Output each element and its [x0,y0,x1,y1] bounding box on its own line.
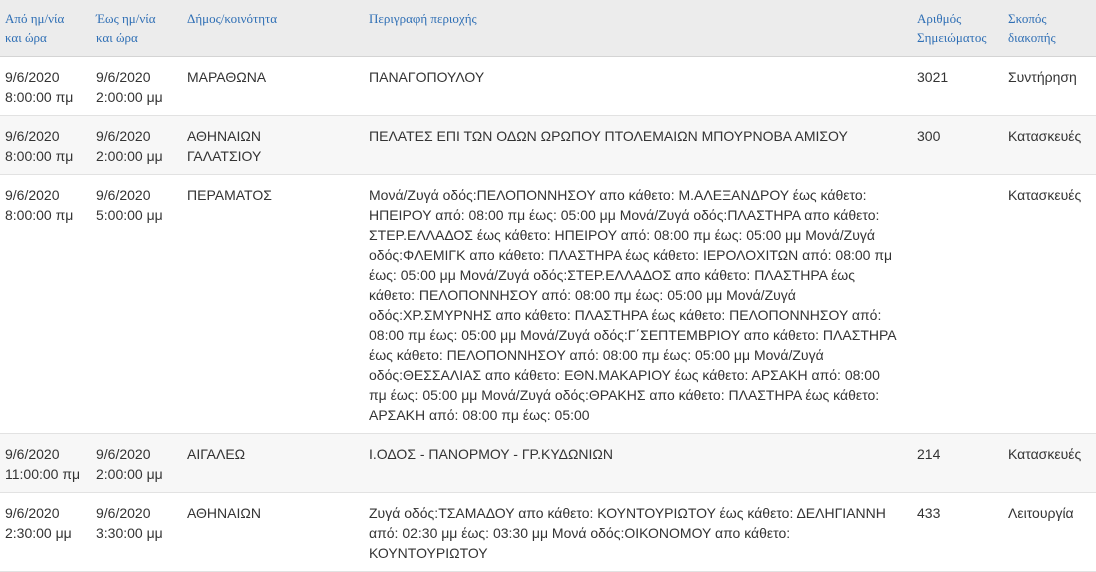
cell-time: 2:00:00 μμ [96,148,163,164]
cell-purpose: Κατασκευές [1003,433,1096,493]
cell-date: 9/6/2020 [5,446,60,462]
cell-date: 9/6/2020 [96,187,151,203]
cell-from: 9/6/2020 8:00:00 πμ [0,174,91,434]
cell-notice-number: 214 [912,433,1003,493]
cell-municipality: ΠΕΡΑΜΑΤΟΣ [182,174,364,434]
municipality-line: ΑΘΗΝΑΙΩΝ [187,128,261,144]
cell-to: 9/6/2020 5:00:00 μμ [91,174,182,434]
cell-notice-number: 433 [912,492,1003,572]
cell-date: 9/6/2020 [96,128,151,144]
cell-purpose: Κατασκευές [1003,115,1096,175]
cell-time: 2:00:00 μμ [96,466,163,482]
header-text-line: Έως ημ/νία [96,11,156,26]
cell-time: 5:00:00 μμ [96,207,163,223]
cell-from: 9/6/2020 11:00:00 πμ [0,433,91,493]
header-text-line: Περιγραφή περιοχής [369,11,477,26]
header-text-line: Σημειώματος [917,30,987,45]
header-area-description[interactable]: Περιγραφή περιοχής [364,0,912,57]
cell-from: 9/6/2020 2:30:00 μμ [0,492,91,572]
cell-date: 9/6/2020 [96,446,151,462]
cell-to: 9/6/2020 2:00:00 μμ [91,433,182,493]
cell-time: 3:30:00 μμ [96,525,163,541]
municipality-line: ΠΕΡΑΜΑΤΟΣ [187,187,272,203]
header-text-line: Αριθμός [917,11,962,26]
municipality-line: ΜΑΡΑΘΩΝΑ [187,69,267,85]
header-to-datetime[interactable]: Έως ημ/νία και ώρα [91,0,182,57]
cell-time: 8:00:00 πμ [5,89,74,105]
cell-municipality: ΑΙΓΑΛΕΩ [182,433,364,493]
header-row: Από ημ/νία και ώρα Έως ημ/νία και ώρα Δή… [0,0,1096,57]
cell-from: 9/6/2020 8:00:00 πμ [0,115,91,175]
cell-area-description: Μονά/Ζυγά οδός:ΠΕΛΟΠΟΝΝΗΣΟΥ απο κάθετο: … [364,174,912,434]
cell-time: 2:30:00 μμ [5,525,72,541]
cell-notice-number: 300 [912,115,1003,175]
cell-area-description: Ζυγά οδός:ΤΣΑΜΑΔΟΥ απο κάθετο: ΚΟΥΝΤΟΥΡΙ… [364,492,912,572]
header-notice-number[interactable]: Αριθμός Σημειώματος [912,0,1003,57]
header-text-line: Δήμος/κοινότητα [187,11,278,26]
cell-date: 9/6/2020 [96,69,151,85]
header-text-line: Από ημ/νία [5,11,65,26]
cell-date: 9/6/2020 [96,505,151,521]
cell-area-description: Ι.ΟΔΟΣ - ΠΑΝΟΡΜΟΥ - ΓΡ.ΚΥΔΩΝΙΩΝ [364,433,912,493]
table-row: 9/6/2020 8:00:00 πμ 9/6/2020 2:00:00 μμ ΜΑ… [0,56,1096,116]
cell-purpose: Κατασκευές [1003,174,1096,434]
municipality-line: ΑΘΗΝΑΙΩΝ [187,505,261,521]
municipality-line: ΑΙΓΑΛΕΩ [187,446,246,462]
cell-to: 9/6/2020 2:00:00 μμ [91,115,182,175]
cell-date: 9/6/2020 [5,69,60,85]
table-row: 9/6/2020 11:00:00 πμ 9/6/2020 2:00:00 μμ Α… [0,433,1096,493]
header-text-line: και ώρα [5,30,47,45]
cell-time: 11:00:00 πμ [5,466,81,482]
cell-area-description: ΠΕΛΑΤΕΣ ΕΠΙ ΤΩΝ ΟΔΩΝ ΩΡΩΠΟΥ ΠΤΟΛΕΜΑΙΩΝ Μ… [364,115,912,175]
cell-municipality: ΑΘΗΝΑΙΩΝ [182,492,364,572]
cell-date: 9/6/2020 [5,128,60,144]
header-from-datetime[interactable]: Από ημ/νία και ώρα [0,0,91,57]
cell-from: 9/6/2020 8:00:00 πμ [0,56,91,116]
header-text-line: Σκοπός [1008,11,1047,26]
cell-municipality: ΜΑΡΑΘΩΝΑ [182,56,364,116]
cell-municipality: ΑΘΗΝΑΙΩΝ ΓΑΛΑΤΣΙΟΥ [182,115,364,175]
cell-notice-number [912,174,1003,434]
header-text-line: διακοπής [1008,30,1056,45]
cell-time: 2:00:00 μμ [96,89,163,105]
cell-to: 9/6/2020 2:00:00 μμ [91,56,182,116]
cell-date: 9/6/2020 [5,187,60,203]
municipality-line: ΓΑΛΑΤΣΙΟΥ [187,148,262,164]
cell-purpose: Συντήρηση [1003,56,1096,116]
header-municipality[interactable]: Δήμος/κοινότητα [182,0,364,57]
cell-time: 8:00:00 πμ [5,207,74,223]
cell-to: 9/6/2020 3:30:00 μμ [91,492,182,572]
header-text-line: και ώρα [96,30,138,45]
cell-notice-number: 3021 [912,56,1003,116]
table-row: 9/6/2020 8:00:00 πμ 9/6/2020 2:00:00 μμ ΑΘ… [0,115,1096,175]
cell-date: 9/6/2020 [5,505,60,521]
header-outage-purpose[interactable]: Σκοπός διακοπής [1003,0,1096,57]
cell-area-description: ΠΑΝΑΓΟΠΟΥΛΟΥ [364,56,912,116]
outages-table: Από ημ/νία και ώρα Έως ημ/νία και ώρα Δή… [0,0,1096,572]
cell-purpose: Λειτουργία [1003,492,1096,572]
table-row: 9/6/2020 2:30:00 μμ 9/6/2020 3:30:00 μμ ΑΘ… [0,492,1096,572]
table-row: 9/6/2020 8:00:00 πμ 9/6/2020 5:00:00 μμ ΠΕ… [0,174,1096,434]
cell-time: 8:00:00 πμ [5,148,74,164]
